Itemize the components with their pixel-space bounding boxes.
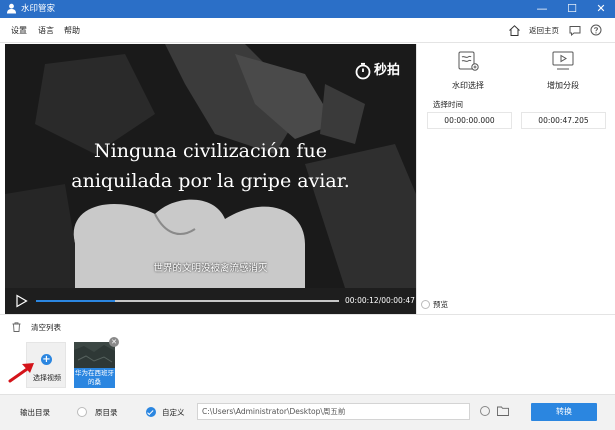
help-icon[interactable] bbox=[590, 24, 602, 36]
play-icon[interactable] bbox=[15, 294, 28, 308]
video-list: + 选择视频 华为在西班牙的桑 bbox=[0, 339, 615, 394]
video-preview[interactable]: 秒拍 Ninguna civilización fue aniquilada p… bbox=[5, 44, 416, 288]
video-subtitle-spanish: Ninguna civilización fue aniquilada por … bbox=[5, 136, 416, 196]
output-dir-label: 输出目录 bbox=[20, 408, 50, 417]
time-readout: 00:00:12/00:00:47 bbox=[345, 295, 415, 307]
convert-button[interactable]: 转换 bbox=[531, 403, 597, 421]
watermark-select-button[interactable]: 水印选择 bbox=[433, 50, 503, 91]
app-logo-icon bbox=[7, 3, 16, 14]
add-segment-icon bbox=[552, 51, 574, 70]
close-button[interactable]: ✕ bbox=[586, 0, 615, 18]
title-bar: 水印管家 — ☐ ✕ bbox=[0, 0, 615, 18]
preview-label: 预览 bbox=[433, 300, 448, 309]
list-toolbar: 清空列表 bbox=[0, 314, 615, 339]
progress-slider[interactable] bbox=[36, 300, 339, 302]
video-brand-watermark: 秒拍 bbox=[354, 61, 414, 83]
select-time-label: 选择时间 bbox=[433, 100, 463, 109]
thumbnail-image bbox=[74, 342, 115, 368]
video-subtitle-chinese: 世界的文明没被禽流感消灭 bbox=[153, 263, 268, 274]
end-time-field[interactable]: 00:00:47.205 bbox=[521, 112, 606, 129]
plus-icon: + bbox=[41, 354, 52, 365]
original-dir-radio[interactable] bbox=[77, 407, 87, 417]
player-controls: 00:00:12/00:00:47 bbox=[5, 288, 416, 314]
minimize-button[interactable]: — bbox=[527, 0, 557, 18]
subtitle-line-2: aniquilada por la gripe aviar. bbox=[71, 170, 350, 192]
remove-thumbnail-icon[interactable]: ✕ bbox=[109, 337, 119, 347]
arrow-pointer-icon bbox=[8, 363, 34, 383]
progress-fill bbox=[36, 300, 115, 302]
chat-icon[interactable] bbox=[569, 25, 581, 36]
maximize-button[interactable]: ☐ bbox=[557, 0, 587, 18]
edit-panel: 水印选择 增加分段 选择时间 00:00:00.000 00:00:47.205… bbox=[416, 44, 615, 314]
home-link[interactable]: 返回主页 bbox=[529, 25, 559, 37]
output-bar: 输出目录 原目录 自定义 转换 bbox=[0, 394, 615, 430]
clear-list-button[interactable]: 清空列表 bbox=[31, 322, 61, 333]
current-time: 00:00:12 bbox=[345, 296, 379, 305]
watermark-select-icon bbox=[458, 51, 479, 71]
original-dir-label[interactable]: 原目录 bbox=[95, 407, 118, 418]
menu-help[interactable]: 帮助 bbox=[64, 25, 80, 37]
subtitle-line-1: Ninguna civilización fue bbox=[94, 140, 327, 162]
thumbnail-caption: 华为在西班牙的桑 bbox=[74, 368, 115, 388]
output-path-input[interactable] bbox=[197, 403, 470, 420]
add-segment-label: 增加分段 bbox=[547, 81, 579, 90]
add-segment-button[interactable]: 增加分段 bbox=[528, 50, 598, 91]
brand-text: 秒拍 bbox=[374, 63, 401, 78]
trash-icon[interactable] bbox=[12, 322, 21, 332]
more-options-icon[interactable] bbox=[480, 406, 490, 416]
custom-dir-label[interactable]: 自定义 bbox=[162, 407, 185, 418]
menu-settings[interactable]: 设置 bbox=[11, 25, 27, 37]
video-thumbnail[interactable]: 华为在西班牙的桑 bbox=[74, 342, 115, 388]
window-title: 水印管家 bbox=[21, 4, 56, 14]
folder-icon[interactable] bbox=[497, 406, 509, 416]
custom-dir-radio[interactable] bbox=[146, 407, 156, 417]
stopwatch-icon bbox=[355, 62, 371, 80]
home-icon[interactable] bbox=[508, 24, 521, 37]
total-time: 00:00:47 bbox=[381, 296, 415, 305]
preview-checkbox[interactable] bbox=[421, 300, 430, 309]
start-time-field[interactable]: 00:00:00.000 bbox=[427, 112, 512, 129]
watermark-select-label: 水印选择 bbox=[452, 81, 484, 90]
menu-language[interactable]: 语言 bbox=[38, 25, 54, 37]
menu-bar: 设置 语言 帮助 返回主页 bbox=[0, 18, 615, 43]
